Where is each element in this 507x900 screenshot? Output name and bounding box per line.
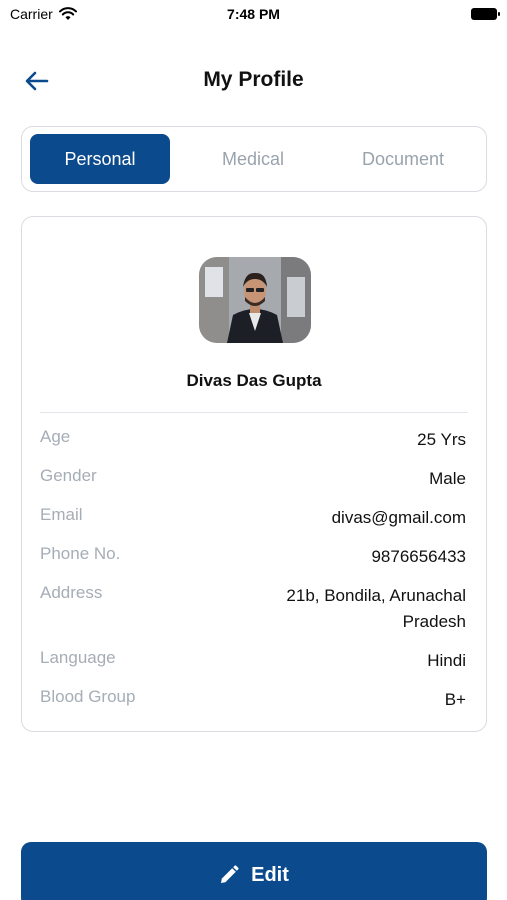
info-row-phone: Phone No. 9876656433: [40, 544, 466, 570]
address-value: 21b, Bondila, Arunachal Pradesh: [286, 586, 466, 631]
phone-value: 9876656433: [371, 547, 466, 566]
info-row-gender: Gender Male: [40, 466, 466, 492]
pencil-icon: [221, 865, 239, 883]
avatar: [199, 257, 311, 343]
profile-card: Divas Das Gupta Age 25 Yrs Gender Male E…: [21, 216, 487, 732]
blood-group-label: Blood Group: [40, 687, 136, 706]
edit-button[interactable]: Edit: [21, 842, 487, 900]
gender-value: Male: [429, 469, 466, 488]
info-row-address: Address 21b, Bondila, Arunachal Pradesh: [40, 583, 466, 635]
age-label: Age: [40, 427, 71, 446]
info-row-language: Language Hindi: [40, 648, 466, 674]
status-time: 7:48 PM: [227, 6, 280, 22]
tab-medical[interactable]: Medical: [178, 134, 328, 184]
language-label: Language: [40, 648, 116, 667]
edit-button-label: Edit: [251, 863, 289, 886]
status-bar: Carrier 7:48 PM: [0, 0, 507, 30]
divider: [40, 412, 468, 413]
gender-label: Gender: [40, 466, 97, 485]
page-title: My Profile: [203, 68, 304, 91]
email-value: divas@gmail.com: [331, 508, 466, 527]
address-label: Address: [40, 583, 103, 602]
age-value: 25 Yrs: [417, 430, 466, 449]
profile-name: Divas Das Gupta: [186, 371, 322, 390]
info-row-blood-group: Blood Group B+: [40, 687, 466, 713]
profile-tabs: Personal Medical Document: [21, 126, 487, 192]
info-row-email: Email divas@gmail.com: [40, 505, 466, 531]
blood-group-value: B+: [444, 690, 466, 709]
email-label: Email: [40, 505, 83, 524]
language-value: Hindi: [427, 651, 466, 670]
info-row-age: Age 25 Yrs: [40, 427, 466, 453]
battery-icon: [471, 8, 500, 20]
phone-label: Phone No.: [40, 544, 121, 563]
header: My Profile: [0, 58, 507, 102]
tab-document[interactable]: Document: [328, 134, 478, 184]
tab-personal[interactable]: Personal: [30, 134, 170, 184]
